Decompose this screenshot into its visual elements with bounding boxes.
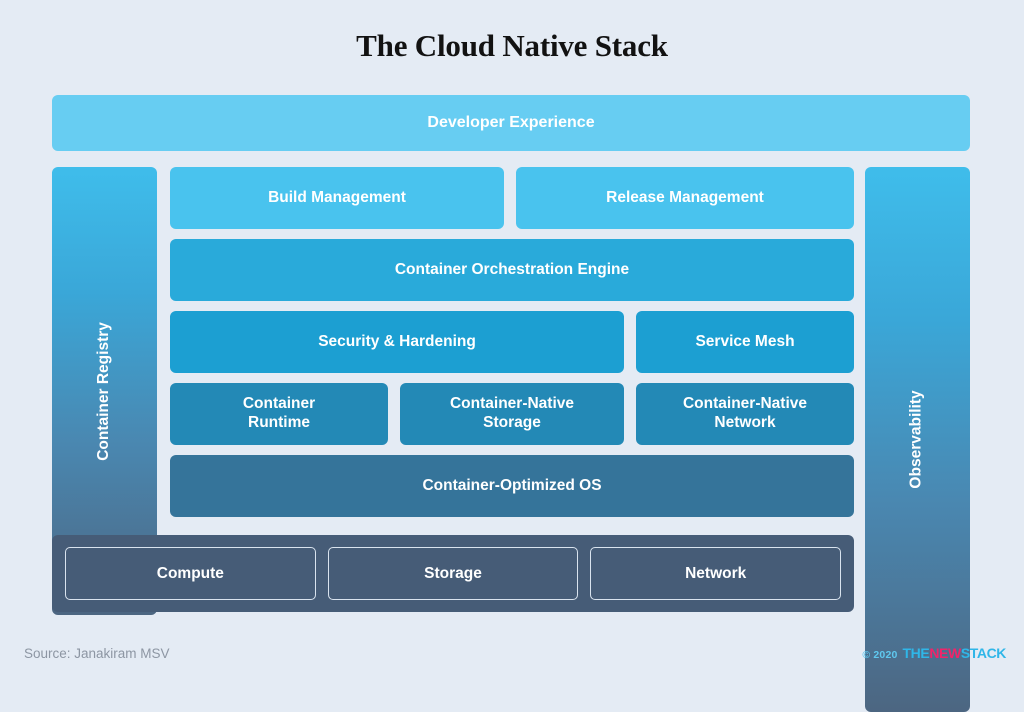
block-label: Compute bbox=[156, 564, 224, 582]
block-label: Container-Native Storage bbox=[449, 395, 575, 431]
block-label: Storage bbox=[424, 564, 482, 582]
block-container-native-network: Container-Native Network bbox=[636, 383, 854, 445]
block-developer-experience: Developer Experience bbox=[52, 95, 970, 151]
block-container-orchestration-engine: Container Orchestration Engine bbox=[170, 239, 854, 301]
block-label: Container Registry bbox=[95, 321, 113, 461]
thenewstack-logo: © 2020 THE NEW STACK bbox=[862, 645, 1006, 661]
brand-stack: STACK bbox=[960, 645, 1007, 661]
block-release-management: Release Management bbox=[516, 167, 854, 229]
cloud-native-stack-diagram: Developer Experience Container Registry … bbox=[52, 95, 970, 712]
block-security-and-hardening: Security & Hardening bbox=[170, 311, 624, 373]
block-label: Network bbox=[685, 564, 747, 582]
block-network: Network bbox=[590, 547, 842, 600]
copyright-text: © 2020 bbox=[862, 649, 898, 661]
brand-new: NEW bbox=[929, 645, 961, 661]
block-label: Observability bbox=[908, 390, 926, 489]
block-storage: Storage bbox=[327, 547, 579, 600]
block-label: Release Management bbox=[606, 188, 764, 206]
block-container-runtime: Container Runtime bbox=[170, 383, 388, 445]
block-build-management: Build Management bbox=[170, 167, 504, 229]
page-title: The Cloud Native Stack bbox=[356, 28, 668, 63]
block-label: Security & Hardening bbox=[318, 332, 476, 350]
block-observability: Observability bbox=[865, 167, 970, 712]
block-label: Container-Optimized OS bbox=[422, 476, 602, 494]
block-container-optimized-os: Container-Optimized OS bbox=[170, 455, 854, 517]
block-label: Container Runtime bbox=[242, 395, 316, 431]
block-service-mesh: Service Mesh bbox=[636, 311, 854, 373]
block-compute: Compute bbox=[65, 547, 316, 600]
block-label: Service Mesh bbox=[695, 332, 795, 350]
infrastructure-band: Compute Storage Network bbox=[52, 535, 854, 612]
block-label: Container Orchestration Engine bbox=[394, 260, 630, 278]
brand-the: THE bbox=[902, 645, 930, 661]
infrastructure-boxes: Compute Storage Network bbox=[65, 547, 842, 600]
source-attribution: Source: Janakiram MSV bbox=[24, 646, 170, 661]
block-label: Developer Experience bbox=[427, 114, 595, 132]
block-label: Build Management bbox=[268, 188, 406, 206]
block-label: Container-Native Network bbox=[682, 395, 808, 431]
block-container-native-storage: Container-Native Storage bbox=[400, 383, 624, 445]
